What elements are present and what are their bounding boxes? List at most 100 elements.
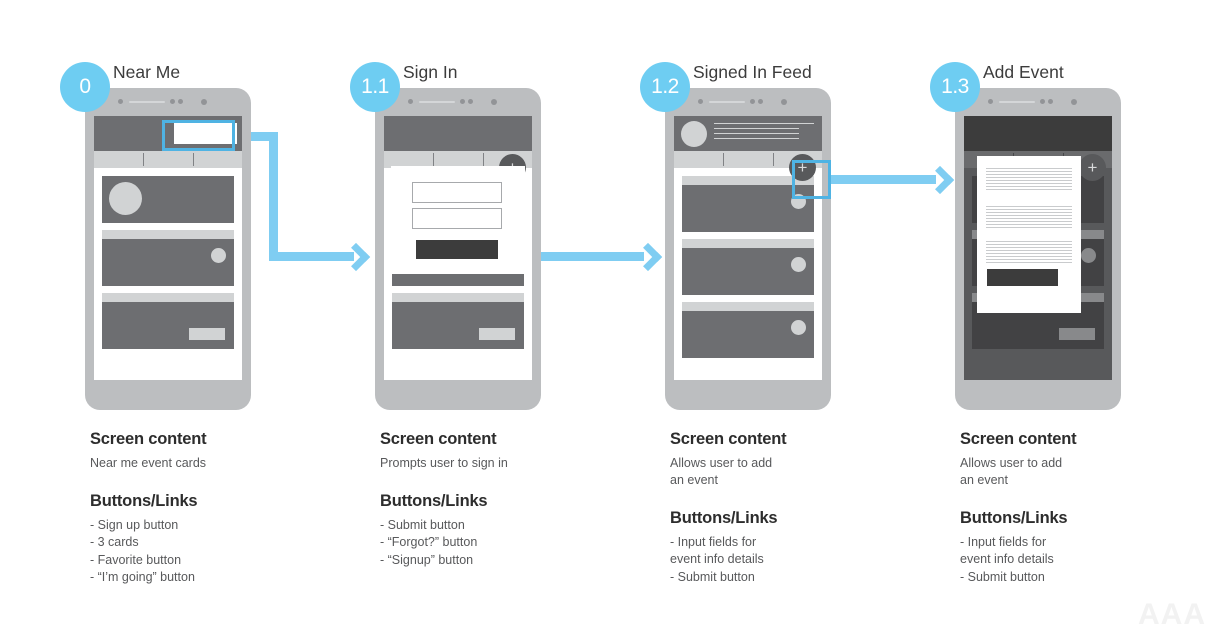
- event-card[interactable]: [102, 176, 234, 223]
- screen-content-desc: Allows user to add an event: [960, 455, 1220, 489]
- buttons-links-heading: Buttons/Links: [960, 509, 1220, 528]
- app-bar: [674, 116, 822, 151]
- speaker-grille-icon: [419, 101, 455, 103]
- phone-top-bezel: [85, 88, 251, 116]
- phone-top-bezel: [955, 88, 1121, 116]
- sensor-icon: [698, 99, 703, 104]
- step-title-2: Signed In Feed: [693, 62, 812, 83]
- event-info-field-group[interactable]: [986, 206, 1072, 230]
- password-field[interactable]: [412, 208, 502, 229]
- tab-1[interactable]: [94, 151, 143, 168]
- step-badge-3: 1.3: [930, 62, 980, 112]
- favorite-button[interactable]: [211, 248, 226, 263]
- watermark: AAA: [1138, 598, 1206, 632]
- event-card-body: [682, 248, 814, 295]
- sensor-icon: [408, 99, 413, 104]
- im-going-button[interactable]: [189, 328, 225, 340]
- sensor-icon: [988, 99, 993, 104]
- screen-content-heading: Screen content: [960, 430, 1220, 449]
- speaker-grille-icon: [129, 101, 165, 103]
- step-signed-in-feed: 1.2 Signed In Feed: [640, 0, 930, 640]
- app-bar: [964, 116, 1112, 151]
- event-card[interactable]: [102, 293, 234, 349]
- speaker-grille-icon: [709, 101, 745, 103]
- step-badge-2: 1.2: [640, 62, 690, 112]
- event-card[interactable]: [682, 302, 814, 358]
- sensor-icon: [758, 99, 763, 104]
- buttons-links-heading: Buttons/Links: [380, 492, 640, 511]
- event-card[interactable]: [682, 239, 814, 295]
- highlight-add-event-fab: [792, 160, 831, 199]
- favorite-button[interactable]: [791, 257, 806, 272]
- screen-content-desc: Prompts user to sign in: [380, 455, 640, 472]
- screen-content-heading: Screen content: [380, 430, 640, 449]
- event-card-body: [102, 239, 234, 286]
- phone-screen-sign-in: +: [384, 116, 532, 380]
- step-sign-in: 1.1 Sign In: [350, 0, 640, 640]
- event-card-strip: [682, 302, 814, 311]
- sensor-icon: [178, 99, 183, 104]
- event-card-strip: [102, 230, 234, 239]
- event-card[interactable]: [392, 293, 524, 349]
- event-card-list: [674, 168, 822, 380]
- profile-avatar[interactable]: [681, 121, 707, 147]
- buttons-links-heading: Buttons/Links: [670, 509, 930, 528]
- im-going-button[interactable]: [479, 328, 515, 340]
- step-near-me: 0 Near Me: [60, 0, 350, 640]
- event-card-strip: [682, 239, 814, 248]
- add-event-fab[interactable]: +: [1079, 154, 1106, 181]
- buttons-links-heading: Buttons/Links: [90, 492, 350, 511]
- camera-icon: [781, 99, 787, 105]
- event-card-strip: [392, 293, 524, 302]
- sensor-icon: [1048, 99, 1053, 104]
- submit-button[interactable]: [416, 240, 498, 259]
- camera-icon: [201, 99, 207, 105]
- list-item: - Input fields for: [960, 534, 1220, 552]
- phone-mockup-sign-in: +: [375, 88, 541, 410]
- list-item: - Submit button: [960, 569, 1220, 587]
- buttons-links-list: - Input fields for event info details - …: [960, 534, 1220, 587]
- list-item: - Sign up button: [90, 517, 350, 535]
- caption-add-event: Screen content Allows user to add an eve…: [960, 430, 1220, 586]
- sensor-icon: [468, 99, 473, 104]
- email-field[interactable]: [412, 182, 502, 203]
- list-item: - “Forgot?” button: [380, 534, 640, 552]
- screen-content-desc: Near me event cards: [90, 455, 350, 472]
- list-item: - 3 cards: [90, 534, 350, 552]
- event-info-field-group[interactable]: [986, 168, 1072, 192]
- tab-2[interactable]: [723, 151, 772, 168]
- phone-mockup-signed-in-feed: +: [665, 88, 831, 410]
- phone-mockup-add-event: +: [955, 88, 1121, 410]
- highlight-sign-up-button: [162, 120, 235, 151]
- sensor-icon: [1040, 99, 1045, 104]
- tab-3[interactable]: [193, 151, 242, 168]
- tab-bar: [94, 151, 242, 168]
- favorite-button[interactable]: [791, 320, 806, 335]
- list-item: - Input fields for: [670, 534, 930, 552]
- event-info-field-group[interactable]: [986, 241, 1072, 265]
- add-event-modal: [977, 156, 1081, 313]
- event-card-body: [102, 176, 234, 223]
- list-item: - “Signup” button: [380, 552, 640, 570]
- speaker-grille-icon: [999, 101, 1035, 103]
- tab-1[interactable]: [674, 151, 723, 168]
- list-item: - Submit button: [380, 517, 640, 535]
- submit-button[interactable]: [987, 269, 1058, 286]
- favorite-button[interactable]: [1081, 248, 1096, 263]
- phone-screen-near-me: [94, 116, 242, 380]
- event-card-list: [94, 168, 242, 380]
- step-title-0: Near Me: [113, 62, 180, 83]
- camera-icon: [491, 99, 497, 105]
- caption-signed-in-feed: Screen content Allows user to add an eve…: [670, 430, 930, 586]
- event-card-body: [682, 311, 814, 358]
- camera-icon: [1071, 99, 1077, 105]
- app-bar: [384, 116, 532, 151]
- sensor-icon: [460, 99, 465, 104]
- event-card-body: [392, 302, 524, 349]
- tab-2[interactable]: [143, 151, 192, 168]
- event-card[interactable]: [102, 230, 234, 286]
- step-add-event: 1.3 Add Event: [930, 0, 1220, 640]
- list-item: - “I’m going” button: [90, 569, 350, 587]
- im-going-button[interactable]: [1059, 328, 1095, 340]
- screen-content-heading: Screen content: [670, 430, 930, 449]
